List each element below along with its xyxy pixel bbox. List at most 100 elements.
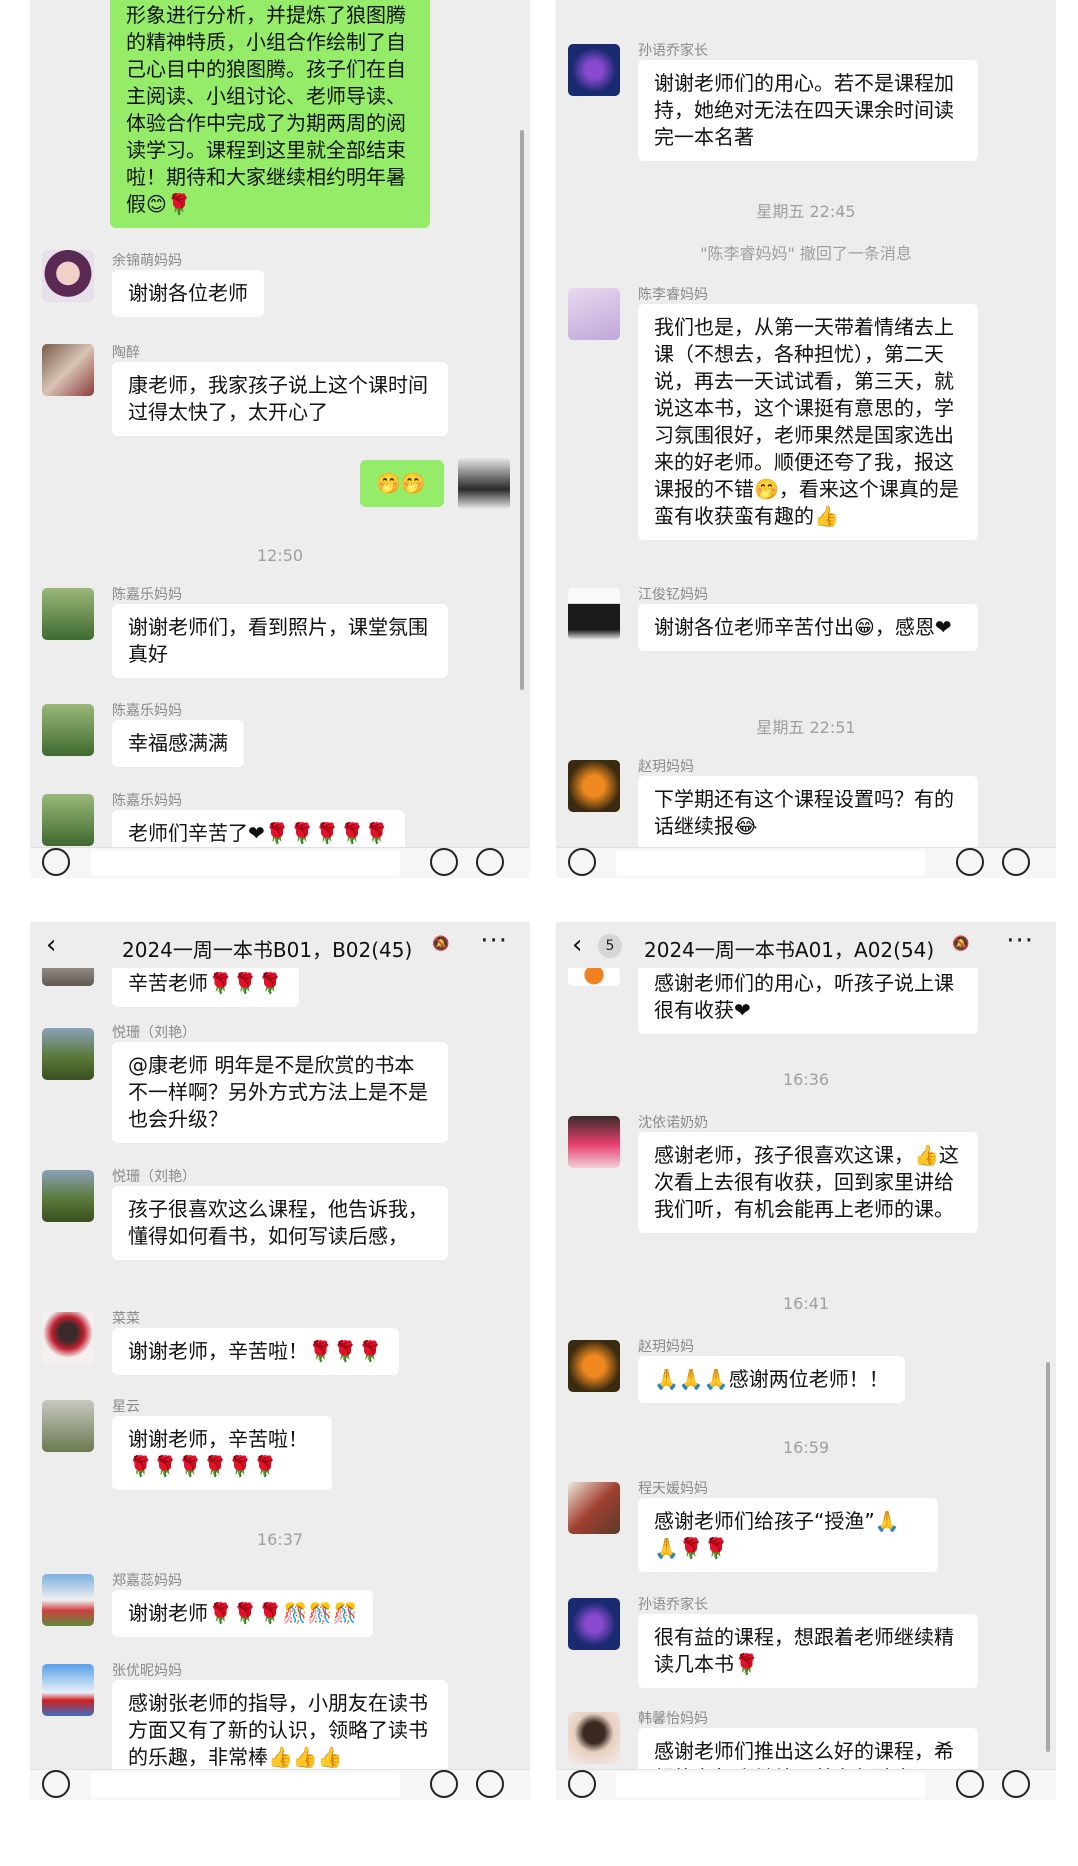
voice-icon[interactable] bbox=[568, 848, 596, 876]
message-input[interactable] bbox=[616, 850, 926, 876]
avatar[interactable] bbox=[568, 1598, 620, 1650]
more-options-icon[interactable]: ··· bbox=[1006, 926, 1034, 956]
scrollbar[interactable] bbox=[520, 130, 524, 690]
sender-name: 程天媛妈妈 bbox=[638, 1481, 708, 1497]
message-bubble[interactable]: @康老师 明年是不是欣赏的书本不一样啊？另外方式方法上是不是也会升级？ bbox=[112, 1042, 448, 1143]
message-bubble[interactable]: 感谢老师，孩子很喜欢这课，👍这次看上去很有收获，回到家里讲给我们听，有机会能再上… bbox=[638, 1132, 978, 1233]
voice-icon[interactable] bbox=[42, 848, 70, 876]
chat-title[interactable]: 2024一周一本书B01，B02(45) bbox=[122, 934, 412, 963]
sender-name: 陈嘉乐妈妈 bbox=[112, 703, 182, 719]
avatar[interactable] bbox=[568, 1340, 620, 1392]
sender-name: 陈嘉乐妈妈 bbox=[112, 587, 182, 603]
more-options-icon[interactable]: ··· bbox=[480, 926, 508, 956]
avatar[interactable] bbox=[568, 588, 620, 640]
message-input[interactable] bbox=[90, 850, 400, 876]
message-bubble[interactable]: 感谢张老师的指导，小朋友在读书方面又有了新的认识，领略了读书的乐趣，非常棒👍👍👍 bbox=[112, 1680, 448, 1781]
timestamp: 16:36 bbox=[782, 1070, 830, 1089]
message-bubble[interactable]: 下学期还有这个课程设置吗？有的话继续报😂 bbox=[638, 776, 978, 850]
message-bubble[interactable]: 孩子很喜欢这么课程，他告诉我，懂得如何看书，如何写读后感， bbox=[112, 1186, 448, 1260]
sender-name: 郑嘉蕊妈妈 bbox=[112, 1573, 182, 1589]
message-bubble[interactable]: 谢谢老师们的用心。若不是课程加持，她绝对无法在四天课余时间读完一本名著 bbox=[638, 60, 978, 161]
avatar[interactable] bbox=[568, 44, 620, 96]
sender-name: 张优昵妈妈 bbox=[112, 1663, 182, 1679]
emoji-icon[interactable] bbox=[956, 1770, 984, 1798]
message-bubble[interactable]: 幸福感满满 bbox=[112, 720, 244, 767]
timestamp: 16:41 bbox=[782, 1294, 830, 1313]
avatar[interactable] bbox=[568, 1116, 620, 1168]
back-icon[interactable]: ‹ bbox=[46, 930, 56, 960]
input-bar bbox=[30, 847, 530, 878]
message-bubble[interactable]: 感谢老师们的用心，听孩子说上课很有收获❤ bbox=[638, 960, 978, 1034]
sender-name: 孙语乔家长 bbox=[638, 43, 708, 59]
timestamp: 12:50 bbox=[256, 546, 304, 565]
sender-name: 赵玥妈妈 bbox=[638, 759, 694, 775]
message-bubble[interactable]: 谢谢老师，辛苦啦！🌹🌹🌹🌹🌹🌹 bbox=[112, 1416, 332, 1490]
timestamp: 星期五 22:45 bbox=[756, 202, 856, 221]
avatar[interactable] bbox=[42, 250, 94, 302]
message-bubble[interactable]: 谢谢各位老师 bbox=[112, 270, 264, 317]
unread-count-badge: 5 bbox=[598, 934, 622, 958]
input-bar bbox=[30, 1769, 530, 1800]
timestamp: 星期五 22:51 bbox=[756, 718, 856, 737]
avatar[interactable] bbox=[42, 1400, 94, 1452]
sender-name: 韩馨怡妈妈 bbox=[638, 1711, 708, 1727]
message-input[interactable] bbox=[90, 1772, 400, 1798]
message-bubble[interactable]: 谢谢老师🌹🌹🌹🎊🎊🎊 bbox=[112, 1590, 374, 1637]
system-message: "陈李睿妈妈" 撤回了一条消息 bbox=[700, 244, 912, 263]
avatar[interactable] bbox=[42, 794, 94, 846]
timestamp: 16:59 bbox=[782, 1438, 830, 1457]
chat-header: ‹ 2024一周一本书B01，B02(45) 🔕 ··· bbox=[30, 922, 530, 968]
plus-icon[interactable] bbox=[476, 848, 504, 876]
avatar[interactable] bbox=[42, 1664, 94, 1716]
avatar[interactable] bbox=[42, 344, 94, 396]
chat-panel-3: 辛苦老师🌹🌹🌹 悦珊（刘艳） @康老师 明年是不是欣赏的书本不一样啊？另外方式方… bbox=[30, 922, 530, 1800]
message-bubble[interactable]: 很有益的课程，想跟着老师继续精读几本书🌹 bbox=[638, 1614, 978, 1688]
avatar[interactable] bbox=[42, 1312, 94, 1364]
message-bubble[interactable]: 谢谢各位老师辛苦付出😁，感恩❤ bbox=[638, 604, 978, 651]
message-input[interactable] bbox=[616, 1772, 926, 1798]
avatar[interactable] bbox=[568, 1482, 620, 1534]
back-icon[interactable]: ‹ bbox=[572, 930, 582, 960]
scrollbar[interactable] bbox=[1046, 1362, 1050, 1752]
timestamp: 16:37 bbox=[256, 1530, 304, 1549]
avatar[interactable] bbox=[568, 288, 620, 340]
input-bar bbox=[556, 847, 1056, 878]
my-message-bubble[interactable]: 形象进行分析，并提炼了狼图腾的精神特质，小组合作绘制了自己心目中的狼图腾。孩子们… bbox=[110, 0, 430, 228]
message-bubble[interactable]: 🙏🙏🙏感谢两位老师！！ bbox=[638, 1356, 905, 1403]
my-message-bubble[interactable]: 🤭🤭 bbox=[360, 460, 444, 507]
sender-name: 赵玥妈妈 bbox=[638, 1339, 694, 1355]
chat-header: ‹ 5 2024一周一本书A01，A02(54) 🔕 ··· bbox=[556, 922, 1056, 968]
plus-icon[interactable] bbox=[476, 1770, 504, 1798]
chat-panel-4: 感谢老师们的用心，听孩子说上课很有收获❤ 16:36 沈依诺奶奶 感谢老师，孩子… bbox=[556, 922, 1056, 1800]
avatar[interactable] bbox=[568, 1712, 620, 1764]
chat-panel-2: 孙语乔家长 谢谢老师们的用心。若不是课程加持，她绝对无法在四天课余时间读完一本名… bbox=[556, 0, 1056, 878]
mute-bell-icon: 🔕 bbox=[432, 936, 450, 952]
plus-icon[interactable] bbox=[1002, 848, 1030, 876]
sender-name: 陈李睿妈妈 bbox=[638, 287, 708, 303]
emoji-icon[interactable] bbox=[430, 1770, 458, 1798]
plus-icon[interactable] bbox=[1002, 1770, 1030, 1798]
avatar[interactable] bbox=[568, 760, 620, 812]
avatar[interactable] bbox=[42, 704, 94, 756]
sender-name: 陈嘉乐妈妈 bbox=[112, 793, 182, 809]
chat-panel-1: 形象进行分析，并提炼了狼图腾的精神特质，小组合作绘制了自己心目中的狼图腾。孩子们… bbox=[30, 0, 530, 878]
emoji-icon[interactable] bbox=[430, 848, 458, 876]
message-bubble[interactable]: 谢谢老师们，看到照片，课堂氛围真好 bbox=[112, 604, 448, 678]
message-bubble[interactable]: 感谢老师们给孩子“授渔”🙏🙏🌹🌹 bbox=[638, 1498, 938, 1572]
voice-icon[interactable] bbox=[568, 1770, 596, 1798]
sender-name: 孙语乔家长 bbox=[638, 1597, 708, 1613]
avatar[interactable] bbox=[42, 1028, 94, 1080]
my-avatar[interactable] bbox=[458, 458, 510, 510]
avatar[interactable] bbox=[42, 1574, 94, 1626]
avatar[interactable] bbox=[42, 588, 94, 640]
input-bar bbox=[556, 1769, 1056, 1800]
chat-title[interactable]: 2024一周一本书A01，A02(54) bbox=[644, 934, 934, 963]
message-bubble[interactable]: 康老师，我家孩子说上这个课时间过得太快了，太开心了 bbox=[112, 362, 448, 436]
sender-name: 菜菜 bbox=[112, 1311, 140, 1327]
message-bubble[interactable]: 谢谢老师，辛苦啦！🌹🌹🌹 bbox=[112, 1328, 399, 1375]
avatar[interactable] bbox=[42, 1170, 94, 1222]
sender-name: 星云 bbox=[112, 1399, 140, 1415]
emoji-icon[interactable] bbox=[956, 848, 984, 876]
message-bubble[interactable]: 我们也是，从第一天带着情绪去上课（不想去，各种担忧），第二天说，再去一天试试看，… bbox=[638, 304, 978, 540]
voice-icon[interactable] bbox=[42, 1770, 70, 1798]
